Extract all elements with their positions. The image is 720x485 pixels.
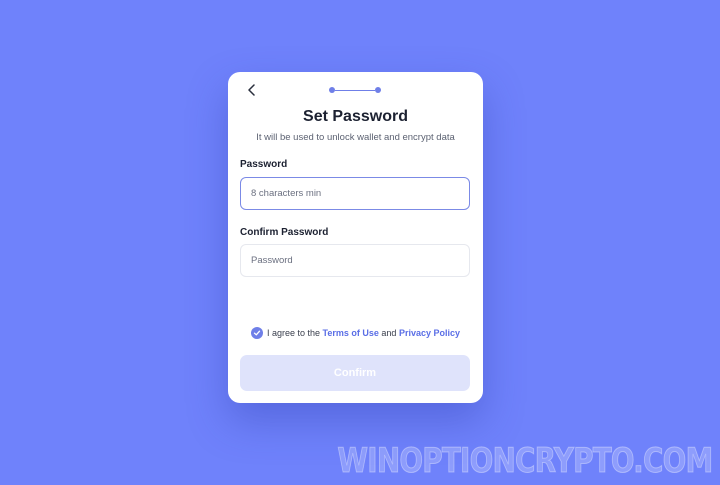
password-label: Password — [240, 159, 288, 170]
terms-of-use-link[interactable]: Terms of Use — [323, 328, 379, 338]
chevron-left-icon — [248, 84, 255, 96]
agree-text-prefix: I agree to the — [267, 328, 323, 338]
step-indicator — [329, 87, 381, 93]
confirm-password-label: Confirm Password — [240, 227, 329, 238]
privacy-policy-link[interactable]: Privacy Policy — [399, 328, 460, 338]
page-title: Set Password — [303, 108, 408, 125]
page-subtitle: It will be used to unlock wallet and enc… — [256, 132, 455, 143]
step-dot-2 — [375, 87, 381, 93]
check-icon — [253, 330, 261, 336]
step-connector — [335, 89, 375, 91]
watermark-text: WINOPTIONCRYPTO.COM — [336, 441, 714, 482]
agreement-row: I agree to the Terms of Use and Privacy … — [228, 327, 483, 339]
agree-checkbox[interactable] — [251, 327, 263, 339]
confirm-password-input[interactable] — [240, 244, 470, 277]
back-button[interactable] — [244, 82, 260, 98]
confirm-button[interactable]: Confirm — [240, 355, 470, 391]
agree-text-middle: and — [378, 328, 399, 338]
set-password-card: Set Password It will be used to unlock w… — [228, 72, 483, 403]
password-input[interactable] — [240, 177, 470, 210]
